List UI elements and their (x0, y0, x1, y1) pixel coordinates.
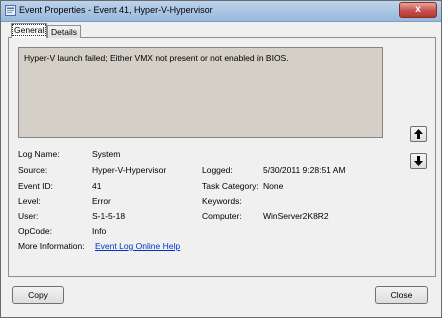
task-category-label: Task Category: (202, 181, 259, 191)
opcode-label: OpCode: (18, 226, 53, 236)
tab-general[interactable]: General (11, 23, 47, 38)
user-label: User: (18, 211, 39, 221)
task-category-value[interactable]: None (263, 181, 283, 192)
window-title: Event Properties - Event 41, Hyper-V-Hyp… (19, 5, 213, 15)
computer-label: Computer: (202, 211, 242, 221)
event-description-text: Hyper-V launch failed; Either VMX not pr… (24, 53, 289, 63)
arrow-down-icon (414, 156, 423, 166)
close-window-button[interactable]: x (399, 2, 437, 18)
log-name-value[interactable]: System (92, 149, 120, 160)
close-icon: x (415, 4, 421, 15)
next-event-button[interactable] (410, 153, 427, 169)
tab-details-label: Details (51, 27, 77, 37)
computer-value[interactable]: WinServer2K8R2 (263, 211, 329, 222)
event-viewer-icon (5, 5, 16, 16)
tab-general-label: General (12, 24, 47, 36)
previous-event-button[interactable] (410, 126, 427, 142)
event-id-value[interactable]: 41 (92, 181, 101, 192)
tab-details[interactable]: Details (47, 25, 81, 38)
level-label: Level: (18, 196, 41, 206)
level-value[interactable]: Error (92, 196, 111, 207)
opcode-value[interactable]: Info (92, 226, 106, 237)
keywords-label: Keywords: (202, 196, 242, 206)
event-description-box[interactable]: Hyper-V launch failed; Either VMX not pr… (18, 47, 383, 138)
event-log-online-help-link[interactable]: Event Log Online Help (95, 241, 180, 252)
title-bar[interactable]: Event Properties - Event 41, Hyper-V-Hyp… (1, 1, 441, 22)
source-value[interactable]: Hyper-V-Hypervisor (92, 165, 166, 176)
event-id-label: Event ID: (18, 181, 53, 191)
arrow-up-icon (414, 129, 423, 139)
event-properties-window: Event Properties - Event 41, Hyper-V-Hyp… (0, 0, 442, 318)
source-label: Source: (18, 165, 48, 175)
copy-button[interactable]: Copy (12, 286, 64, 304)
logged-value[interactable]: 5/30/2011 9:28:51 AM (263, 165, 346, 176)
log-name-label: Log Name: (18, 149, 60, 159)
close-button[interactable]: Close (375, 286, 428, 304)
more-information-label: More Information: (18, 241, 85, 251)
user-value[interactable]: S-1-5-18 (92, 211, 125, 222)
logged-label: Logged: (202, 165, 233, 175)
